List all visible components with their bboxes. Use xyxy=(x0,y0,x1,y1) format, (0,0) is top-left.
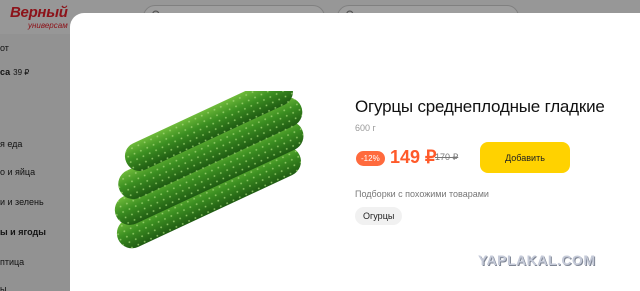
cucumbers-image xyxy=(114,91,304,249)
watermark: YAPLAKAL.COM xyxy=(478,252,596,268)
product-weight: 600 г xyxy=(355,123,376,133)
product-price: 149 ₽ xyxy=(390,147,437,167)
old-price: 170 ₽ xyxy=(435,152,459,162)
add-to-cart-button[interactable]: Добавить xyxy=(480,142,570,173)
product-title: Огурцы среднеплодные гладкие xyxy=(355,97,605,116)
tag-chip[interactable]: Огурцы xyxy=(355,207,403,225)
product-modal: Огурцы среднеплодные гладкие 600 г -12% … xyxy=(70,13,640,291)
discount-badge: -12% xyxy=(356,151,385,166)
similar-collections-label: Подборки с похожими товарами xyxy=(355,189,489,199)
